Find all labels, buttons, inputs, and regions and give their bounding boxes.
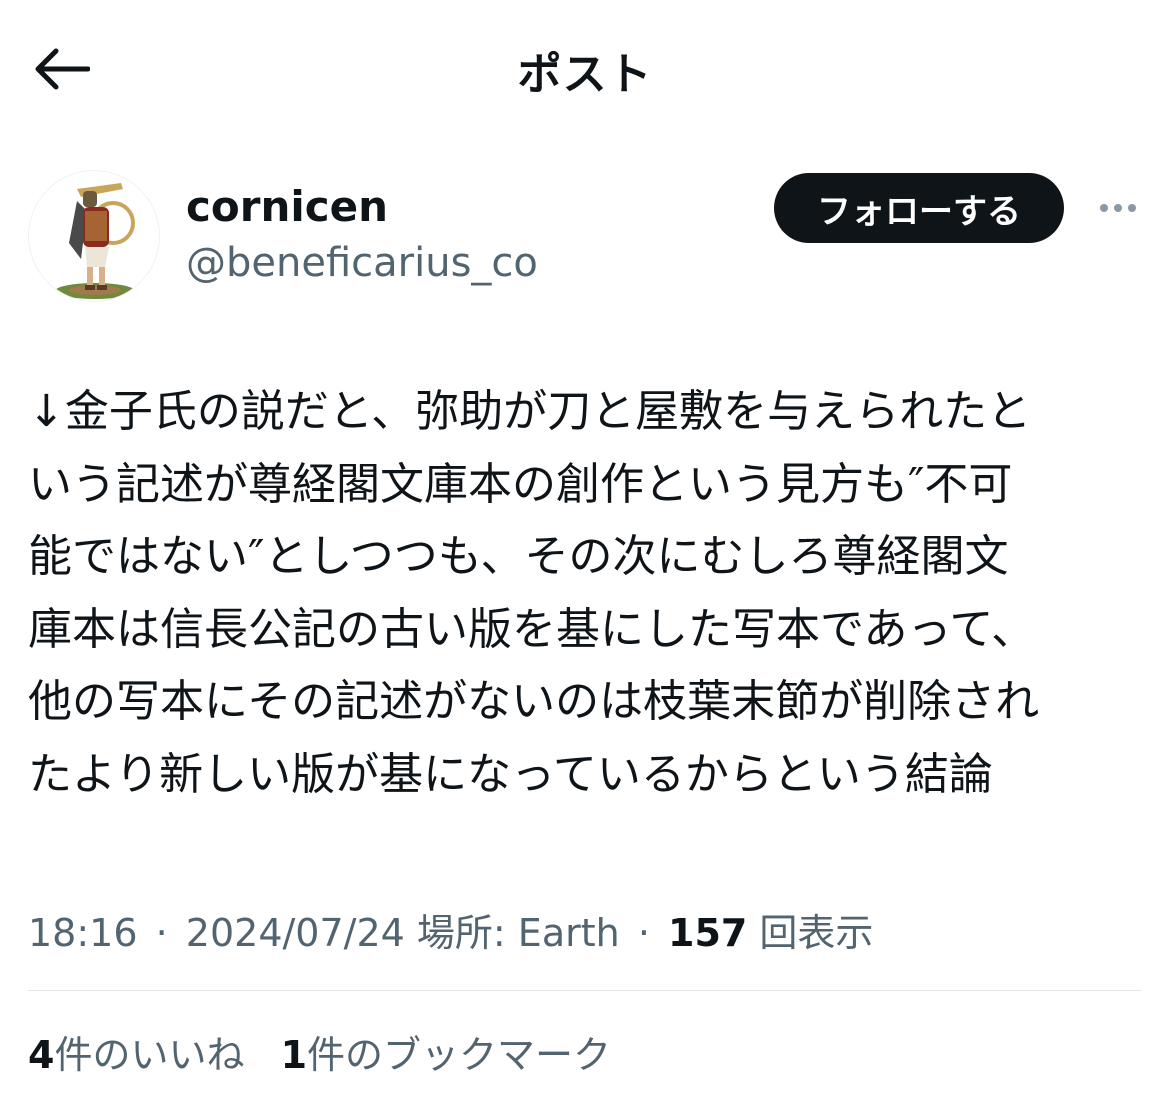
display-name[interactable]: cornicen <box>186 182 388 231</box>
more-horizontal-icon <box>1100 204 1108 212</box>
top-bar: ポスト <box>0 0 1170 135</box>
post-text-line: ↓金子氏の説だと、弥助が刀と屋敷を与えられたと <box>28 386 1032 437</box>
follow-button[interactable]: フォローする <box>774 173 1064 243</box>
avatar-image <box>55 183 135 299</box>
separator-dot: · <box>637 911 650 955</box>
engagement-stats: 4件のいいね 1件のブックマーク <box>28 1024 635 1079</box>
likes-count: 4 <box>28 1033 55 1077</box>
post-text: ↓金子氏の説だと、弥助が刀と屋敷を与えられたと いう記述が尊経閣文庫本の創作とい… <box>28 376 1148 811</box>
more-options-button[interactable] <box>1090 188 1146 228</box>
post-location: 場所: Earth <box>416 911 620 955</box>
post-text-line: いう記述が尊経閣文庫本の創作という見方も″不可 <box>28 458 1013 510</box>
post-text-line: 他の写本にその記述がないのは枝葉末節が削除され <box>28 676 1040 727</box>
divider <box>28 990 1142 991</box>
avatar[interactable] <box>28 170 160 302</box>
more-horizontal-icon <box>1114 204 1122 212</box>
post-detail-page: ポスト cornicen @beneficarius_co フォローする ↓金子… <box>0 0 1170 1108</box>
bookmarks-count: 1 <box>280 1033 308 1077</box>
likes-label: 件のいいね <box>54 1033 245 1077</box>
likes-stat[interactable]: 4件のいいね <box>28 1033 244 1077</box>
separator-dot: · <box>155 911 168 955</box>
post-text-line: 庫本は信長公記の古い版を基にした写本であって、 <box>28 603 1036 655</box>
bookmarks-stat[interactable]: 1件のブックマーク <box>281 1033 611 1077</box>
views-count: 157 <box>668 911 748 955</box>
post-time[interactable]: 18:16 <box>28 911 138 955</box>
page-title: ポスト <box>517 49 653 100</box>
post-text-line: 能ではない″としつつも、その次にむしろ尊経閣文 <box>28 531 1009 582</box>
bookmarks-label: 件のブックマーク <box>307 1033 612 1077</box>
more-horizontal-icon <box>1128 204 1136 212</box>
user-handle[interactable]: @beneficarius_co <box>186 240 538 286</box>
views-label: 回表示 <box>759 911 874 955</box>
post-text-line: たより新しい版が基になっているからという結論 <box>28 748 993 800</box>
post-meta: 18:16 · 2024/07/24 場所: Earth · 157 回表示 <box>28 902 873 957</box>
post-date[interactable]: 2024/07/24 <box>186 911 405 955</box>
